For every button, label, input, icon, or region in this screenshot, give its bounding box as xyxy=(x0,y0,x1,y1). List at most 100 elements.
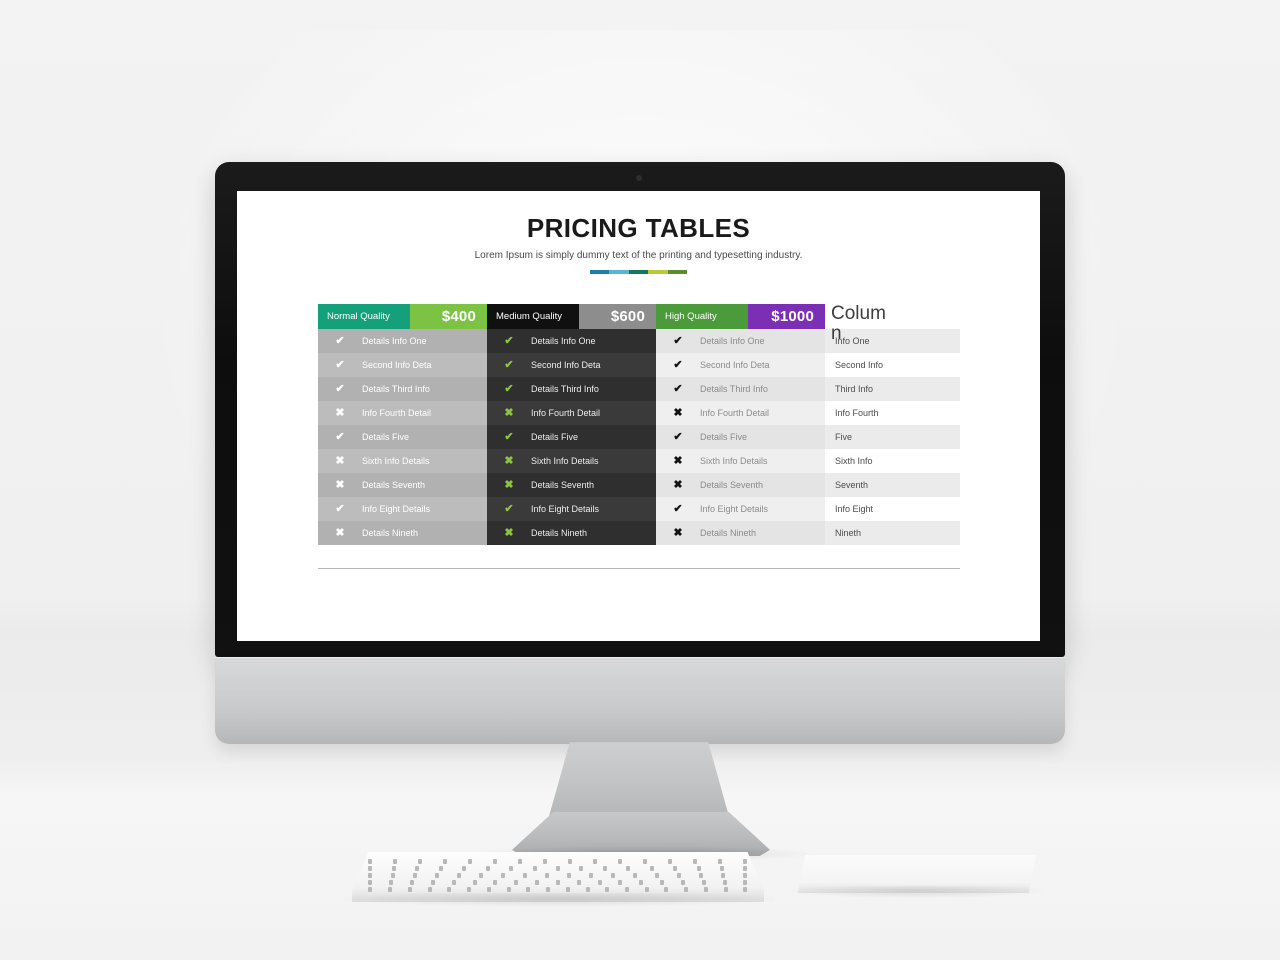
table-row[interactable]: Seventh xyxy=(825,473,960,497)
keyboard-key[interactable] xyxy=(655,873,660,878)
table-row[interactable]: ✖ Sixth Info Details xyxy=(487,449,656,473)
keyboard-key[interactable] xyxy=(493,859,498,864)
keyboard-key[interactable] xyxy=(703,887,708,892)
keyboard-key[interactable] xyxy=(568,859,573,864)
keyboard-key[interactable] xyxy=(721,873,726,878)
keyboard-key[interactable] xyxy=(618,859,623,864)
keyboard-key[interactable] xyxy=(701,880,706,885)
table-row[interactable]: ✔ Details Five xyxy=(656,425,825,449)
keyboard-key[interactable] xyxy=(468,859,473,864)
pricing-column-plain[interactable]: Column Info One Second Info Third Info Info … xyxy=(825,304,960,545)
keyboard-key[interactable] xyxy=(649,866,654,871)
keyboard-key[interactable] xyxy=(644,887,649,892)
pricing-column-high[interactable]: High Quality $1000 ✔ Details Info One ✔ Secon… xyxy=(656,304,825,545)
keyboard-key[interactable] xyxy=(368,873,373,878)
keyboard-key[interactable] xyxy=(415,866,420,871)
keyboard-key[interactable] xyxy=(718,859,723,864)
keyboard-key[interactable] xyxy=(368,866,373,871)
keyboard-key[interactable] xyxy=(593,859,598,864)
keyboard-key[interactable] xyxy=(546,887,551,892)
table-row[interactable]: ✖ Details Seventh xyxy=(487,473,656,497)
keyboard-key[interactable] xyxy=(389,880,394,885)
keyboard-key[interactable] xyxy=(602,866,607,871)
keyboard-key[interactable] xyxy=(673,866,678,871)
keyboard-key[interactable] xyxy=(514,880,519,885)
keyboard-key[interactable] xyxy=(664,887,669,892)
keyboard-key[interactable] xyxy=(722,880,727,885)
keyboard-key[interactable] xyxy=(467,887,472,892)
keyboard-key[interactable] xyxy=(626,866,631,871)
table-row[interactable]: ✔ Second Info Deta xyxy=(487,353,656,377)
keyboard-key[interactable] xyxy=(643,859,648,864)
table-row[interactable]: ✔ Details Five xyxy=(487,425,656,449)
keyboard-key[interactable] xyxy=(485,866,490,871)
table-row[interactable]: ✔ Second Info Deta xyxy=(318,353,487,377)
keyboard-key[interactable] xyxy=(390,873,395,878)
table-row[interactable]: ✔ Details Five xyxy=(318,425,487,449)
keyboard-key[interactable] xyxy=(478,873,483,878)
table-row[interactable]: Nineth xyxy=(825,521,960,545)
table-row[interactable]: ✖ Details Nineth xyxy=(487,521,656,545)
table-row[interactable]: Sixth Info xyxy=(825,449,960,473)
keyboard-key[interactable] xyxy=(393,859,398,864)
keyboard-key[interactable] xyxy=(509,866,514,871)
keyboard-key[interactable] xyxy=(566,873,571,878)
keyboard-key[interactable] xyxy=(680,880,685,885)
table-row[interactable]: ✔ Details Third Info xyxy=(656,377,825,401)
table-row[interactable]: ✔ Details Third Info xyxy=(318,377,487,401)
keyboard-key[interactable] xyxy=(684,887,689,892)
keyboard-key[interactable] xyxy=(407,887,412,892)
keyboard-key[interactable] xyxy=(699,873,704,878)
keyboard-key[interactable] xyxy=(430,880,435,885)
keyboard-key[interactable] xyxy=(410,880,415,885)
keyboard-key[interactable] xyxy=(668,859,673,864)
keyboard-key[interactable] xyxy=(585,887,590,892)
keyboard-key[interactable] xyxy=(565,887,570,892)
keyboard-key[interactable] xyxy=(693,859,698,864)
table-row[interactable]: ✖ Info Fourth Detail xyxy=(318,401,487,425)
keyboard-key[interactable] xyxy=(544,873,549,878)
keyboard-key[interactable] xyxy=(522,873,527,878)
keyboard-key[interactable] xyxy=(743,859,748,864)
table-row[interactable]: ✖ Details Seventh xyxy=(656,473,825,497)
keyboard-key[interactable] xyxy=(535,880,540,885)
table-row[interactable]: ✔ Details Info One xyxy=(487,329,656,353)
keyboard-key[interactable] xyxy=(493,880,498,885)
keyboard-key[interactable] xyxy=(743,866,748,871)
keyboard-key[interactable] xyxy=(743,887,748,892)
keyboard-key[interactable] xyxy=(743,880,748,885)
keyboard-key[interactable] xyxy=(472,880,477,885)
keyboard-key[interactable] xyxy=(576,880,581,885)
keyboard-key[interactable] xyxy=(443,859,448,864)
keyboard-key[interactable] xyxy=(610,873,615,878)
keyboard-key[interactable] xyxy=(427,887,432,892)
keyboard-key[interactable] xyxy=(451,880,456,885)
table-row[interactable]: ✔ Details Info One xyxy=(318,329,487,353)
keyboard-key[interactable] xyxy=(526,887,531,892)
pricing-column-normal[interactable]: Normal Quality $400 ✔ Details Info One ✔ Seco… xyxy=(318,304,487,545)
keyboard-key[interactable] xyxy=(368,880,373,885)
keyboard-key[interactable] xyxy=(506,887,511,892)
keyboard-key[interactable] xyxy=(597,880,602,885)
keyboard-key[interactable] xyxy=(720,866,725,871)
keyboard-key[interactable] xyxy=(500,873,505,878)
table-row[interactable]: Info Eight xyxy=(825,497,960,521)
keyboard-key[interactable] xyxy=(438,866,443,871)
keyboard-key[interactable] xyxy=(696,866,701,871)
keyboard-key[interactable] xyxy=(368,887,373,892)
table-row[interactable]: ✔ Info Eight Details xyxy=(318,497,487,521)
keyboard-key[interactable] xyxy=(412,873,417,878)
keyboard-key[interactable] xyxy=(677,873,682,878)
table-row[interactable]: Five xyxy=(825,425,960,449)
table-row[interactable]: ✖ Sixth Info Details xyxy=(656,449,825,473)
keyboard-key[interactable] xyxy=(588,873,593,878)
table-row[interactable]: ✖ Details Seventh xyxy=(318,473,487,497)
keyboard-key[interactable] xyxy=(532,866,537,871)
pricing-column-medium[interactable]: Medium Quality $600 ✔ Details Info One ✔ Seco… xyxy=(487,304,656,545)
keyboard-key[interactable] xyxy=(388,887,393,892)
table-row[interactable]: Second Info xyxy=(825,353,960,377)
keyboard-key[interactable] xyxy=(639,880,644,885)
keyboard-key[interactable] xyxy=(543,859,548,864)
table-row[interactable]: ✖ Details Nineth xyxy=(656,521,825,545)
keyboard-key[interactable] xyxy=(605,887,610,892)
